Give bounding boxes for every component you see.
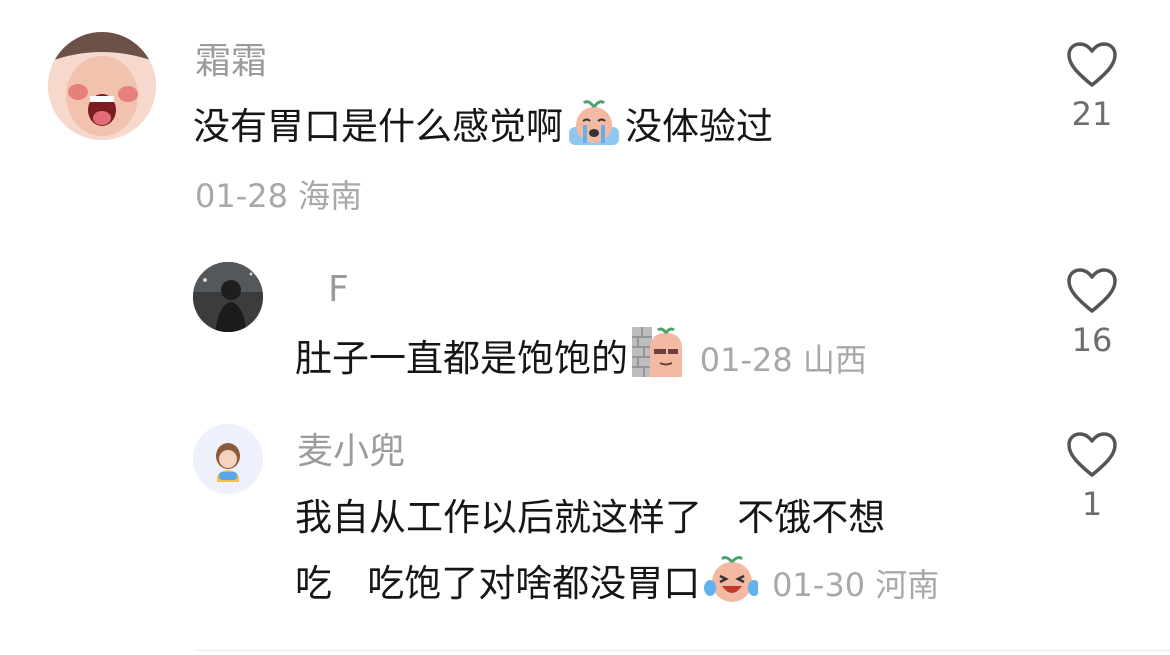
heart-icon bbox=[1067, 268, 1117, 313]
comment-text-part: 肚子一直都是饱饱的 bbox=[295, 337, 628, 380]
comment-location: 山西 bbox=[802, 341, 867, 379]
comment-meta: 01-28 山西 bbox=[700, 341, 867, 379]
comment-text-line-2: 吃 吃饱了对啥都没胃口 01-30 河南 bbox=[295, 553, 939, 623]
comment-text-line-1: 我自从工作以后就这样了 不饿不想 bbox=[295, 496, 886, 539]
comment-meta: 01-30 河南 bbox=[772, 566, 939, 604]
like-count: 1 bbox=[1081, 485, 1103, 523]
comment-text: 没有胃口是什么感觉啊 没体验过 bbox=[193, 96, 773, 166]
divider bbox=[195, 650, 1170, 651]
avatar[interactable] bbox=[48, 32, 156, 140]
comment-text: 肚子一直都是饱饱的 01-28 山西 bbox=[295, 325, 867, 398]
like-count: 16 bbox=[1071, 321, 1113, 359]
heart-icon bbox=[1067, 42, 1117, 87]
like-button[interactable]: 21 bbox=[1052, 42, 1132, 134]
username[interactable]: F bbox=[328, 268, 349, 312]
like-count: 21 bbox=[1071, 95, 1113, 133]
comment-text-part: 吃 吃饱了对啥都没胃口 bbox=[295, 562, 701, 605]
peeking-behind-wall-emoji-icon bbox=[630, 325, 686, 398]
user-photo-icon bbox=[193, 262, 263, 332]
user-avatar-icon bbox=[193, 424, 263, 494]
avatar[interactable] bbox=[193, 262, 263, 332]
laugh-crying-emoji-icon bbox=[702, 554, 761, 623]
crying-face-emoji-icon bbox=[565, 97, 623, 166]
avatar[interactable] bbox=[193, 424, 263, 494]
comment-date: 01-28 bbox=[195, 177, 288, 215]
user-photo-icon bbox=[48, 32, 156, 140]
heart-icon bbox=[1067, 432, 1117, 477]
like-button[interactable]: 1 bbox=[1052, 432, 1132, 524]
comment-date: 01-30 bbox=[772, 566, 866, 604]
like-button[interactable]: 16 bbox=[1052, 268, 1132, 360]
username[interactable]: 麦小兜 bbox=[297, 430, 405, 474]
comment-date: 01-28 bbox=[699, 341, 793, 379]
comment-location: 海南 bbox=[298, 177, 363, 215]
comment-location: 河南 bbox=[875, 566, 940, 604]
comment-text-part: 没体验过 bbox=[625, 105, 773, 148]
comment-text-part: 没有胃口是什么感觉啊 bbox=[193, 105, 563, 148]
comment-meta: 01-28 海南 bbox=[195, 176, 362, 216]
username[interactable]: 霜霜 bbox=[195, 40, 267, 84]
